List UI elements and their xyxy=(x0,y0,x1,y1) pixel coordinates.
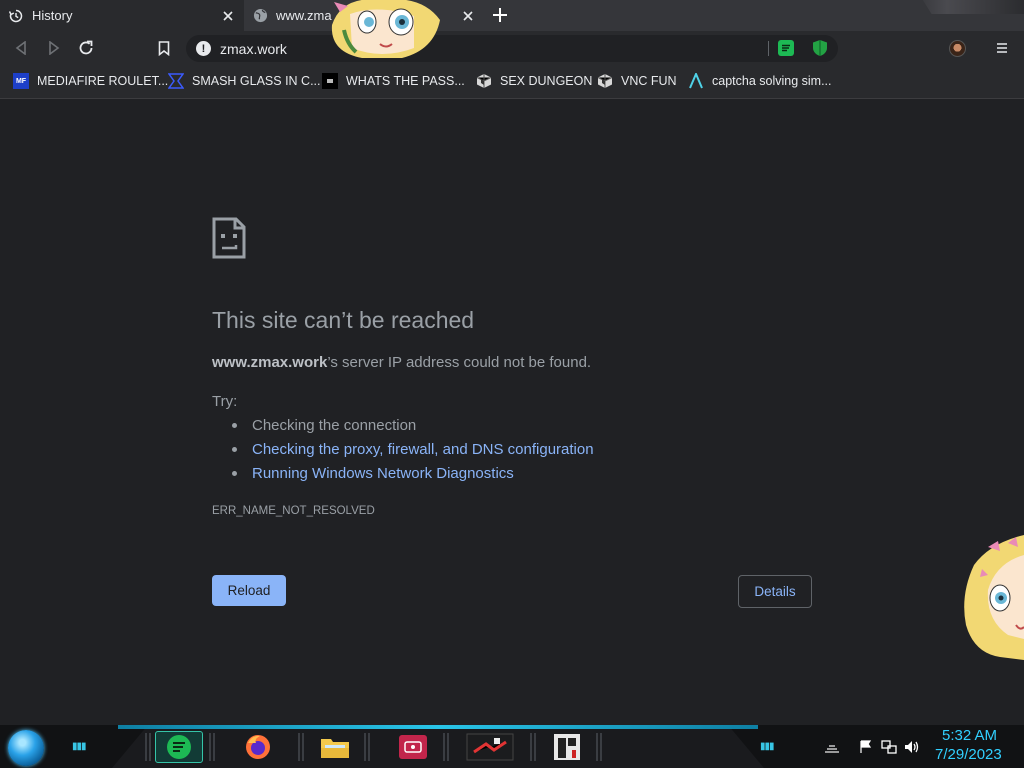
cartoon-character-sticker xyxy=(964,535,1024,660)
terminal-window-app[interactable] xyxy=(543,731,591,763)
taskbar-separator xyxy=(443,733,449,761)
taskbar-chevron-decoration: ▮▮▮ xyxy=(72,741,86,752)
close-tab-icon[interactable] xyxy=(220,8,236,24)
taskbar-separator xyxy=(209,733,215,761)
bullet xyxy=(232,471,237,476)
taskbar-separator xyxy=(530,733,536,761)
reload-button[interactable] xyxy=(74,36,98,60)
sad-page-icon xyxy=(212,217,246,259)
details-button[interactable]: Details xyxy=(738,575,812,608)
error-code: ERR_NAME_NOT_RESOLVED xyxy=(212,505,375,517)
page-content: This site can’t be reached www.zmax.work… xyxy=(0,99,1024,725)
bookmark-vnc-fun[interactable]: VNC FUN xyxy=(597,71,677,91)
back-arrow-icon xyxy=(15,41,26,55)
bookmark-whats-the-pass[interactable]: WHATS THE PASS... xyxy=(322,71,465,91)
error-summary: www.zmax.work’s server IP address could … xyxy=(212,354,591,371)
menu-icon[interactable] xyxy=(993,38,1011,58)
spotify-extension-icon[interactable] xyxy=(778,40,794,56)
error-summary-text: ’s server IP address could not be found. xyxy=(327,354,592,371)
game-window-thumbnail-icon xyxy=(466,733,514,761)
cube-icon xyxy=(597,73,613,89)
bookmarks-bar: MF MEDIAFIRE ROULET... SMASH GLASS IN C.… xyxy=(0,65,1024,99)
address-url[interactable]: zmax.work xyxy=(220,41,287,57)
address-bar[interactable]: ! zmax.work xyxy=(186,35,838,62)
game-window-app[interactable] xyxy=(466,731,514,763)
chevron-bookmark-icon xyxy=(168,73,184,89)
taskbar-separator xyxy=(298,733,304,761)
suggestion-check-connection: Checking the connection xyxy=(232,417,416,434)
mediafire-icon: MF xyxy=(13,73,29,89)
bookmark-sex-dungeon[interactable]: SEX DUNGEON xyxy=(476,71,592,91)
bookmark-mediafire[interactable]: MF MEDIAFIRE ROULET... xyxy=(13,71,168,91)
action-center-flag-icon[interactable] xyxy=(858,740,874,754)
dark-square-icon xyxy=(322,73,338,89)
taskbar-separator xyxy=(145,733,151,761)
desktop-screen: { "browser": { "tabs": [ {"title": "Hist… xyxy=(0,0,1024,768)
forward-button[interactable] xyxy=(42,36,66,60)
taskbar: ▮▮▮ ▮▮▮ 5:32 AM 7/29/2023 xyxy=(0,725,1024,768)
shield-extension-icon[interactable] xyxy=(812,39,828,57)
bookmark-label: SMASH GLASS IN C... xyxy=(192,74,321,88)
lambda-icon xyxy=(688,73,704,89)
reload-page-button[interactable]: Reload xyxy=(212,575,286,606)
terminal-thumbnail-icon xyxy=(554,734,580,760)
bookmark-label: WHATS THE PASS... xyxy=(346,74,465,88)
file-explorer-app[interactable] xyxy=(311,731,359,763)
tab-strip: History www.zma xyxy=(0,0,1024,31)
bookmark-button[interactable] xyxy=(152,36,176,60)
plus-icon xyxy=(493,8,507,22)
show-hidden-icon[interactable] xyxy=(824,740,840,754)
profile-avatar-icon[interactable] xyxy=(949,40,966,57)
start-button[interactable] xyxy=(8,730,44,766)
taskbar-chevron-decoration: ▮▮▮ xyxy=(760,741,774,752)
taskbar-glow-strip xyxy=(118,725,758,729)
network-icon[interactable] xyxy=(881,740,897,754)
history-icon xyxy=(8,8,24,24)
bookmark-smash-glass[interactable]: SMASH GLASS IN C... xyxy=(168,71,321,91)
error-title: This site can’t be reached xyxy=(212,307,475,333)
bookmark-label: captcha solving sim... xyxy=(712,74,832,88)
new-tab-button[interactable] xyxy=(489,5,511,25)
cube-icon xyxy=(476,73,492,89)
spotify-app[interactable] xyxy=(155,731,203,763)
bullet xyxy=(232,447,237,452)
bookmark-label: SEX DUNGEON xyxy=(500,74,593,88)
firefox-app[interactable] xyxy=(234,731,282,763)
bookmark-captcha[interactable]: captcha solving sim... xyxy=(688,71,832,91)
volume-icon[interactable] xyxy=(904,740,920,754)
tab-history[interactable]: History xyxy=(0,0,244,31)
close-tab-icon[interactable] xyxy=(460,8,476,24)
suggestion-proxy-firewall-dns-link[interactable]: Checking the proxy, firewall, and DNS co… xyxy=(232,441,594,458)
clock-time[interactable]: 5:32 AM xyxy=(942,727,997,744)
suggestion-network-diagnostics-link[interactable]: Running Windows Network Diagnostics xyxy=(232,465,514,482)
error-host: www.zmax.work xyxy=(212,354,328,371)
clock-date[interactable]: 7/29/2023 xyxy=(935,746,1002,763)
bookmark-icon xyxy=(158,40,170,56)
screen-capture-app[interactable] xyxy=(389,731,437,763)
cartoon-character-sticker xyxy=(331,0,440,58)
bookmark-label: VNC FUN xyxy=(621,74,677,88)
bookmark-label: MEDIAFIRE ROULET... xyxy=(37,74,169,88)
browser-toolbar: ! zmax.work xyxy=(0,31,1024,65)
forward-arrow-icon xyxy=(49,41,60,55)
firefox-icon xyxy=(246,735,270,759)
try-label: Try: xyxy=(212,393,238,410)
globe-icon xyxy=(252,8,268,24)
bullet xyxy=(232,423,237,428)
capture-icon xyxy=(399,735,427,759)
tab-title: History xyxy=(32,8,73,23)
taskbar-separator xyxy=(364,733,370,761)
folder-icon xyxy=(321,739,349,758)
taskbar-separator xyxy=(596,733,602,761)
reload-icon xyxy=(79,40,93,55)
omnibox-divider xyxy=(768,41,769,56)
info-icon[interactable]: ! xyxy=(196,41,211,56)
spotify-icon xyxy=(167,735,191,759)
back-button[interactable] xyxy=(9,36,33,60)
